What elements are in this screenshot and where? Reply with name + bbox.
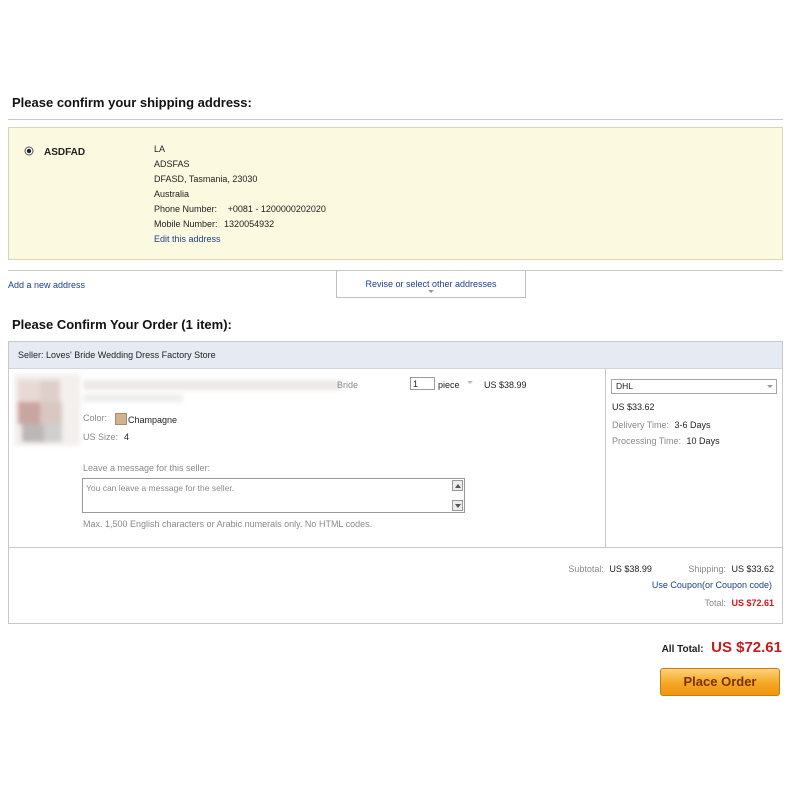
scroll-down-icon[interactable]	[452, 500, 463, 511]
processing-label: Processing Time:	[612, 436, 682, 446]
product-subtitle-blurred	[83, 394, 183, 402]
total-value: US $72.61	[731, 598, 774, 608]
processing-value: 10 Days	[686, 436, 720, 446]
delivery-row: Delivery Time: 3-6 Days	[612, 420, 711, 430]
size-value: 4	[124, 432, 130, 442]
revise-address-button[interactable]: Revise or select other addresses	[336, 271, 526, 298]
phone-value: +0081 - 1200000202020	[227, 204, 326, 214]
color-swatch	[115, 413, 127, 425]
seller-bar: Seller: Loves' Bride Wedding Dress Facto…	[9, 342, 782, 369]
chevron-down-icon	[767, 385, 773, 388]
mobile-value: 1320054932	[224, 219, 275, 229]
revise-address-label: Revise or select other addresses	[365, 279, 497, 289]
scroll-up-icon[interactable]	[452, 480, 463, 491]
shipping-method-select[interactable]: DHL	[611, 379, 777, 394]
total-label: Total:	[704, 598, 726, 608]
size-label: US Size:	[83, 432, 119, 442]
delivery-label: Delivery Time:	[612, 420, 670, 430]
product-thumbnail[interactable]	[14, 374, 80, 446]
message-label: Leave a message for this seller:	[83, 463, 211, 473]
delivery-value: 3-6 Days	[674, 420, 711, 430]
color-row: Color:	[83, 413, 107, 423]
product-title-blurred[interactable]	[83, 380, 341, 390]
edit-address-link[interactable]: Edit this address	[154, 232, 326, 247]
phone-label: Phone Number:	[154, 204, 218, 214]
all-total-row: All Total: US $72.61	[662, 639, 782, 656]
shipping-title: Please confirm your shipping address:	[12, 95, 252, 110]
quantity-unit: piece	[438, 380, 460, 390]
place-order-button[interactable]: Place Order	[660, 668, 780, 696]
all-total-value: US $72.61	[711, 639, 782, 656]
shipping-method-value: DHL	[616, 381, 634, 391]
address-details: LA ADSFAS DFASD, Tasmania, 23030 Austral…	[154, 142, 326, 247]
address-line: ADSFAS	[154, 159, 190, 169]
shipping-cost: US $33.62	[612, 402, 655, 412]
phone-row: Phone Number: +0081 - 1200000202020	[154, 202, 326, 217]
order-box: Seller: Loves' Bride Wedding Dress Facto…	[8, 341, 783, 624]
message-placeholder: You can leave a message for the seller.	[86, 483, 235, 493]
subtotal-shipping-row: Subtotal: US $38.99 Shipping: US $33.62	[568, 564, 774, 574]
shipping-value: US $33.62	[731, 564, 774, 574]
product-title-fragment: Bride	[337, 380, 359, 390]
order-title: Please Confirm Your Order (1 item):	[12, 317, 232, 332]
subtotal-value: US $38.99	[609, 564, 652, 574]
shipping-label: Shipping:	[688, 564, 726, 574]
processing-row: Processing Time: 10 Days	[612, 436, 720, 446]
color-label: Color:	[83, 413, 108, 423]
item-price: US $38.99	[484, 380, 527, 390]
mobile-row: Mobile Number: 1320054932	[154, 217, 326, 232]
total-row: Total: US $72.61	[704, 598, 774, 608]
quantity-input[interactable]	[410, 377, 435, 390]
chevron-down-icon[interactable]	[467, 381, 473, 384]
subtotal-label: Subtotal:	[568, 564, 604, 574]
address-line: LA	[154, 144, 166, 154]
radio-selected-icon[interactable]	[24, 146, 34, 156]
mobile-label: Mobile Number:	[154, 219, 218, 229]
message-note: Max. 1,500 English characters or Arabic …	[83, 519, 373, 529]
address-name: ASDFAD	[44, 147, 86, 158]
divider	[9, 547, 782, 548]
chevron-down-icon	[428, 290, 434, 293]
address-line: Australia	[154, 189, 190, 199]
divider	[8, 119, 783, 120]
all-total-label: All Total:	[661, 644, 704, 655]
coupon-link[interactable]: Use Coupon(or Coupon code)	[652, 580, 772, 590]
address-card: ASDFAD LA ADSFAS DFASD, Tasmania, 23030 …	[8, 127, 783, 260]
message-textarea[interactable]: You can leave a message for the seller.	[82, 478, 465, 513]
address-line: DFASD, Tasmania, 23030	[154, 174, 258, 184]
add-address-link[interactable]: Add a new address	[8, 280, 85, 290]
color-value: Champagne	[128, 415, 178, 425]
column-divider	[605, 369, 606, 547]
